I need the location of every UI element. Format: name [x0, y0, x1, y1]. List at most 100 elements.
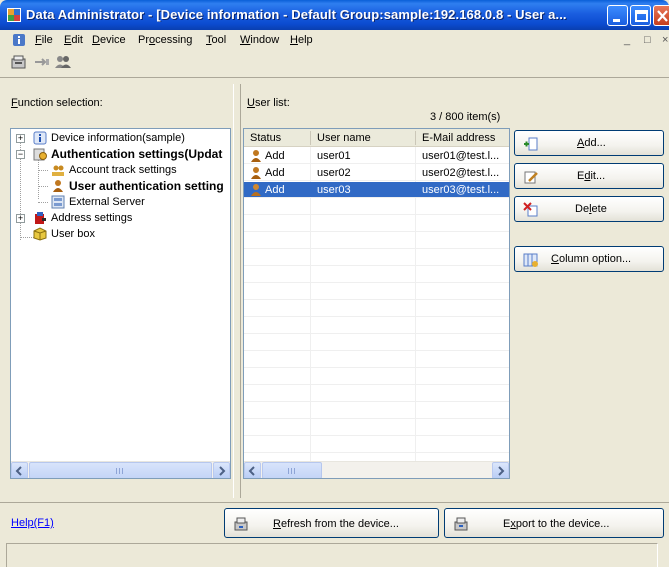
mdi-restore-icon[interactable]: □ [644, 34, 651, 46]
tree-horizontal-scrollbar[interactable] [11, 461, 230, 478]
collapse-icon[interactable]: − [16, 150, 25, 159]
menu-window[interactable]: Window [240, 34, 279, 46]
delete-label: Delete [575, 203, 607, 215]
expand-icon[interactable]: + [16, 214, 25, 223]
scroll-right-button[interactable] [492, 462, 509, 478]
scroll-grip [122, 468, 123, 474]
edit-icon [524, 171, 538, 184]
menu-device[interactable]: Device [92, 34, 126, 46]
column-option-label: Column option... [551, 253, 632, 265]
row-status: Add [265, 150, 285, 162]
row-user-name: user01 [317, 150, 351, 162]
maximize-button[interactable] [630, 5, 651, 26]
close-icon [657, 10, 668, 22]
device-refresh-icon [234, 517, 248, 531]
scroll-grip [116, 468, 117, 474]
row-status: Add [265, 184, 285, 196]
account-track-icon [52, 165, 64, 176]
user-list[interactable]: Status User name E-Mail address Add user… [243, 128, 510, 479]
arrow-right-icon[interactable] [32, 53, 50, 71]
column-option-button[interactable]: Column option... [514, 246, 664, 272]
table-row[interactable]: Add user01 user01@test.l... [244, 148, 509, 164]
mdi-minimize-icon[interactable]: _ [624, 34, 630, 46]
scroll-grip [294, 468, 295, 474]
tree-item-user-box[interactable]: User box [11, 226, 230, 242]
menu-help[interactable]: Help [290, 34, 313, 46]
empty-row [244, 335, 509, 351]
auth-settings-icon [33, 148, 47, 161]
maximize-icon [635, 10, 648, 22]
row-email: user02@test.l... [422, 167, 500, 179]
table-row[interactable]: Add user02 user02@test.l... [244, 165, 509, 181]
add-button[interactable]: Add... [514, 130, 664, 156]
address-book-icon [35, 212, 46, 224]
column-header-user-name[interactable]: User name [317, 132, 371, 144]
menu-edit[interactable]: Edit [64, 34, 83, 46]
empty-row [244, 369, 509, 385]
empty-row [244, 352, 509, 368]
empty-row [244, 250, 509, 266]
export-to-device-button[interactable]: Export to the device... [444, 508, 664, 538]
column-divider[interactable] [310, 131, 311, 145]
arrow-right-icon [498, 466, 505, 476]
delete-icon [523, 202, 538, 217]
tree-item-address-settings[interactable]: + Address settings [11, 210, 230, 226]
panel-splitter[interactable] [233, 84, 241, 498]
row-status: Add [265, 167, 285, 179]
menu-file[interactable]: File [35, 34, 53, 46]
device-connect-icon[interactable] [10, 53, 28, 71]
function-tree[interactable]: + Device information(sample) − Authentic… [10, 128, 231, 479]
scroll-grip [119, 468, 120, 474]
tree-item-user-authentication[interactable]: User authentication setting [11, 178, 230, 194]
column-header-email[interactable]: E-Mail address [422, 132, 495, 144]
scroll-left-button[interactable] [244, 462, 261, 478]
menu-tool[interactable]: Tool [206, 34, 226, 46]
tree-item-authentication-settings[interactable]: − Authentication settings(Updat [11, 146, 230, 162]
empty-row [244, 284, 509, 300]
minimize-icon [613, 19, 620, 22]
scroll-thumb[interactable] [262, 462, 322, 478]
box-icon [33, 227, 47, 241]
expand-icon[interactable]: + [16, 134, 25, 143]
title-bar: Data Administrator - [Device information… [0, 0, 669, 30]
export-label: Export to the device... [503, 518, 610, 530]
add-row-icon [524, 137, 538, 151]
column-header-status[interactable]: Status [250, 132, 281, 144]
edit-button[interactable]: Edit... [514, 163, 664, 189]
scroll-thumb[interactable] [29, 462, 212, 478]
arrow-left-icon [248, 466, 255, 476]
empty-row [244, 233, 509, 249]
close-button[interactable] [653, 5, 669, 26]
user-list-label: User list: [247, 97, 290, 109]
column-divider[interactable] [415, 131, 416, 145]
tree-item-account-track[interactable]: Account track settings [11, 162, 230, 178]
arrow-right-icon [219, 466, 226, 476]
empty-row [244, 403, 509, 419]
tree-item-device-information[interactable]: + Device information(sample) [11, 130, 230, 146]
tree-item-external-server[interactable]: External Server [11, 194, 230, 210]
add-label: Add... [577, 137, 606, 149]
scroll-right-button[interactable] [213, 462, 230, 478]
empty-row [244, 437, 509, 453]
list-horizontal-scrollbar[interactable] [244, 461, 509, 478]
refresh-from-device-button[interactable]: Refresh from the device... [224, 508, 439, 538]
menu-processing[interactable]: Processing [138, 34, 192, 46]
menu-bar: File Edit Device Processing Tool Window … [0, 30, 669, 50]
toolbar-separator [0, 77, 669, 78]
mdi-close-icon[interactable]: × [662, 34, 668, 46]
refresh-label: Refresh from the device... [273, 518, 399, 530]
scroll-grip [288, 468, 289, 474]
scroll-left-button[interactable] [11, 462, 28, 478]
toolbar [0, 50, 669, 74]
column-option-icon [523, 253, 538, 267]
document-info-icon[interactable] [12, 33, 26, 47]
empty-row [244, 386, 509, 402]
table-row-selected[interactable]: Add user03 user03@test.l... [244, 182, 509, 198]
users-icon[interactable] [54, 53, 72, 71]
row-email: user03@test.l... [422, 184, 500, 196]
empty-row [244, 199, 509, 215]
help-link[interactable]: Help(F1) [11, 517, 54, 529]
delete-button[interactable]: Delete [514, 196, 664, 222]
minimize-button[interactable] [607, 5, 628, 26]
server-icon [51, 195, 65, 209]
